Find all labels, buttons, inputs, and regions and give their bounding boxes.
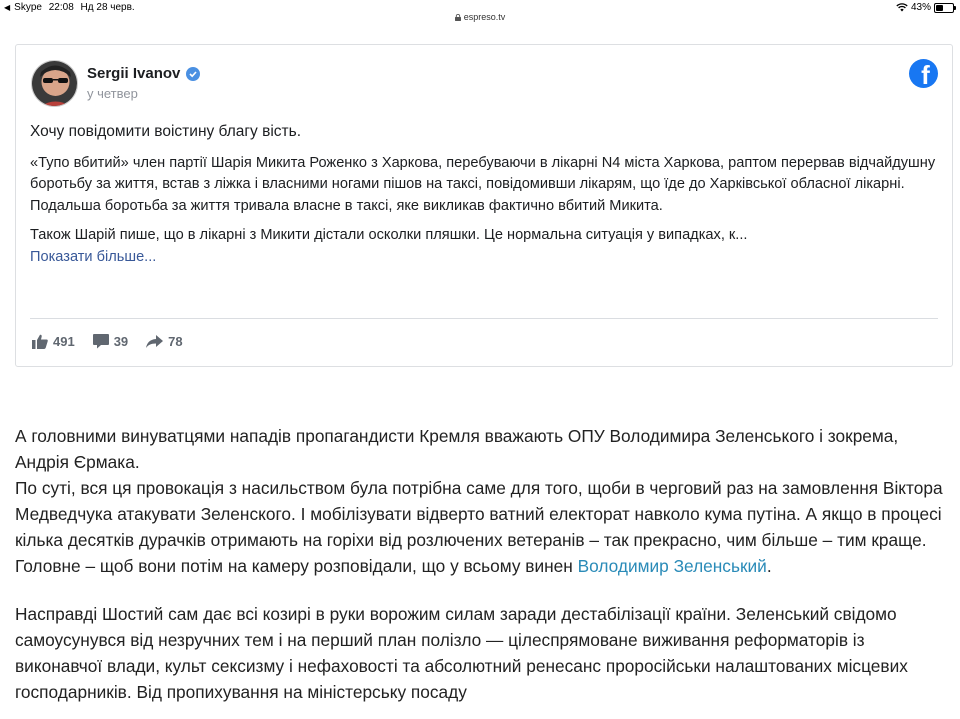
battery-percent: 43% [910,2,931,13]
verified-badge-icon [186,66,201,81]
post-timestamp[interactable]: у четвер [87,86,138,101]
article-paragraph-1: А головними винуватцями нападів пропаган… [15,423,950,579]
address-bar[interactable]: espreso.tv [0,12,960,22]
article-p1-end: . [766,556,772,576]
article-paragraph-2: Насправді Шостий сам дає всі козирі в ру… [15,604,908,702]
back-arrow-icon[interactable]: ◀ [4,3,10,12]
zelensky-link[interactable]: Володимир Зеленський [578,556,767,576]
battery-icon [934,2,956,13]
author-name[interactable]: Sergii Ivanov [87,65,180,82]
comment-count: 39 [113,334,129,349]
comment-button[interactable]: 39 [92,334,129,349]
share-button[interactable]: 78 [146,334,183,349]
thumbs-up-icon [32,334,48,349]
article-p1-line1: А головними винуватцями нападів пропаган… [15,426,899,472]
avatar[interactable] [31,60,78,107]
status-bar: ◀ Skype 22:08 Нд 28 черв. espreso.tv 43% [0,0,960,28]
post-paragraph-2: Також Шарій пише, що в лікарні з Микити … [30,227,748,243]
post-paragraph-1: «Тупо вбитий» член партії Шарія Микита Р… [30,154,936,214]
facebook-embed-card: Sergii Ivanov у четвер f Хочу повідомити… [15,44,953,367]
share-count: 78 [168,334,183,349]
post-reactions-bar: 491 39 78 [32,334,183,349]
show-more-link[interactable]: Показати більше... [30,247,156,269]
status-right: 43% [896,2,956,13]
url-text[interactable]: espreso.tv [464,12,506,22]
like-count: 491 [53,334,75,349]
post-lead: Хочу повідомити воістину благу вість. [30,123,302,140]
divider [30,318,938,319]
wifi-icon [896,3,908,12]
post-body: Хочу повідомити воістину благу вість. «Т… [30,121,940,268]
share-arrow-icon [146,335,164,348]
article-p1-text: По суті, вся ця провокація з насильством… [15,478,943,576]
comment-icon [92,334,109,349]
lock-icon [454,14,461,21]
post-author[interactable]: Sergii Ivanov [87,65,201,82]
article-body: А головними винуватцями нападів пропаган… [15,423,950,719]
like-button[interactable]: 491 [32,334,75,349]
facebook-logo-icon[interactable]: f [909,59,938,88]
